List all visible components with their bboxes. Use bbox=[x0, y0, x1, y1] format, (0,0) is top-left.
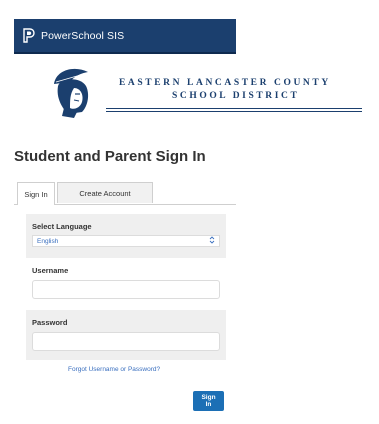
language-section: Select Language English bbox=[26, 214, 226, 258]
divider bbox=[106, 108, 362, 109]
spartan-mascot-icon bbox=[44, 64, 102, 122]
username-label: Username bbox=[32, 266, 69, 275]
powerschool-logo-icon bbox=[22, 28, 36, 44]
district-banner: EASTERN LANCASTER COUNTY SCHOOL DISTRICT bbox=[44, 64, 364, 124]
tab-bar: Sign In Create Account bbox=[14, 182, 236, 205]
district-name-line2: SCHOOL DISTRICT bbox=[172, 91, 300, 101]
top-bar: PowerSchool SIS bbox=[14, 19, 236, 54]
page-title: Student and Parent Sign In bbox=[14, 148, 206, 165]
sign-in-button[interactable]: Sign In bbox=[193, 391, 224, 411]
district-name-line1: EASTERN LANCASTER COUNTY bbox=[119, 78, 331, 88]
password-input[interactable] bbox=[32, 332, 220, 351]
password-label: Password bbox=[32, 318, 68, 327]
tab-create-account[interactable]: Create Account bbox=[57, 182, 153, 203]
language-select[interactable]: English bbox=[32, 235, 220, 247]
forgot-credentials-link[interactable]: Forgot Username or Password? bbox=[68, 366, 160, 373]
language-label: Select Language bbox=[32, 222, 92, 231]
updown-chevron-icon bbox=[209, 236, 215, 246]
tab-sign-in[interactable]: Sign In bbox=[17, 182, 55, 205]
language-value: English bbox=[37, 237, 59, 245]
password-section: Password bbox=[26, 310, 226, 360]
username-section: Username bbox=[26, 258, 226, 310]
divider bbox=[106, 111, 362, 112]
username-input[interactable] bbox=[32, 280, 220, 299]
app-brand: PowerSchool SIS bbox=[41, 29, 125, 42]
sign-in-form: Select Language English Username Passwor… bbox=[26, 214, 226, 360]
